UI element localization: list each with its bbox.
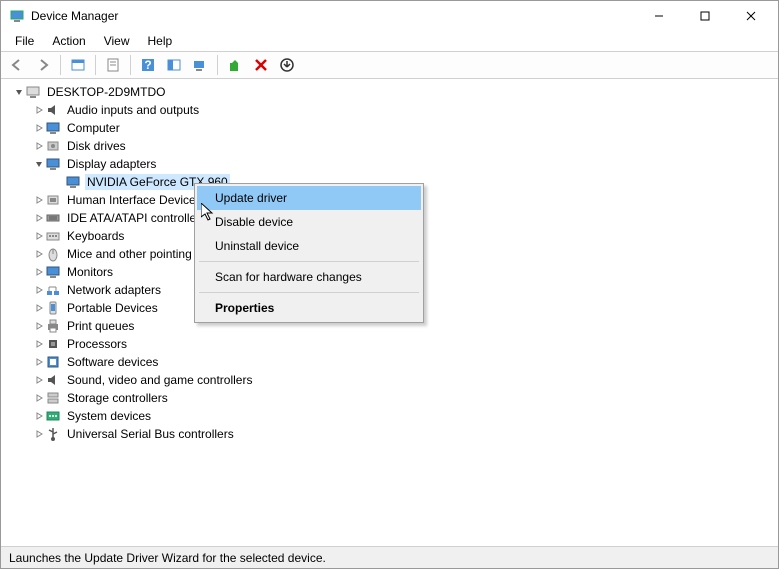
enable-button[interactable] xyxy=(223,54,247,76)
tree-root-label: DESKTOP-2D9MTDO xyxy=(45,84,167,100)
computer-icon xyxy=(25,84,41,100)
tree-node[interactable]: Disk drives xyxy=(3,137,776,155)
statusbar: Launches the Update Driver Wizard for th… xyxy=(1,546,778,568)
context-item-update-driver[interactable]: Update driver xyxy=(197,186,421,210)
tree-node[interactable]: Computer xyxy=(3,119,776,137)
tree-root[interactable]: DESKTOP-2D9MTDO xyxy=(3,83,776,101)
ide-icon xyxy=(45,210,61,226)
monitor-icon xyxy=(45,264,61,280)
toolbar-separator xyxy=(130,55,131,75)
network-icon xyxy=(45,282,61,298)
mouse-icon xyxy=(45,246,61,262)
system-icon xyxy=(45,408,61,424)
tree-node-label: IDE ATA/ATAPI controlle xyxy=(65,210,198,226)
show-hidden-button[interactable] xyxy=(66,54,90,76)
menu-view[interactable]: View xyxy=(96,32,138,50)
tree-node[interactable]: Universal Serial Bus controllers xyxy=(3,425,776,443)
tree-node-label: Sound, video and game controllers xyxy=(65,372,254,388)
tree-node[interactable]: Software devices xyxy=(3,353,776,371)
menu-help[interactable]: Help xyxy=(140,32,181,50)
context-separator xyxy=(199,292,419,293)
tree-node[interactable]: Display adapters xyxy=(3,155,776,173)
tree-node[interactable]: Sound, video and game controllers xyxy=(3,371,776,389)
tree-node-label: Monitors xyxy=(65,264,115,280)
window-title: Device Manager xyxy=(31,9,636,23)
tree-node-label: Universal Serial Bus controllers xyxy=(65,426,236,442)
tree-node-label: Display adapters xyxy=(65,156,158,172)
forward-button[interactable] xyxy=(31,54,55,76)
portable-icon xyxy=(45,300,61,316)
toolbar-separator xyxy=(217,55,218,75)
disk-icon xyxy=(45,138,61,154)
audio-icon xyxy=(45,102,61,118)
update-button[interactable] xyxy=(275,54,299,76)
statusbar-text: Launches the Update Driver Wizard for th… xyxy=(9,551,326,565)
tree-node-label: Human Interface Device xyxy=(65,192,198,208)
tree-node-label: System devices xyxy=(65,408,153,424)
toolbar: ? xyxy=(1,51,778,79)
tree-node[interactable]: Processors xyxy=(3,335,776,353)
tree-node[interactable]: System devices xyxy=(3,407,776,425)
toggle-button[interactable] xyxy=(162,54,186,76)
tree-node-label: Processors xyxy=(65,336,129,352)
remove-button[interactable] xyxy=(249,54,273,76)
monitor-icon xyxy=(65,174,81,190)
scan-button[interactable] xyxy=(188,54,212,76)
context-item-uninstall-device[interactable]: Uninstall device xyxy=(197,234,421,258)
tree-node-label: Keyboards xyxy=(65,228,126,244)
usb-icon xyxy=(45,426,61,442)
hid-icon xyxy=(45,192,61,208)
tree-node-label: Network adapters xyxy=(65,282,163,298)
context-item-properties[interactable]: Properties xyxy=(197,296,421,320)
tree-node-label: Disk drives xyxy=(65,138,128,154)
menu-file[interactable]: File xyxy=(7,32,42,50)
audio-icon xyxy=(45,372,61,388)
app-icon xyxy=(9,8,25,24)
storage-icon xyxy=(45,390,61,406)
toolbar-separator xyxy=(60,55,61,75)
monitor-icon xyxy=(45,156,61,172)
tree-node-label: Storage controllers xyxy=(65,390,170,406)
tree-node-label: Audio inputs and outputs xyxy=(65,102,201,118)
context-separator xyxy=(199,261,419,262)
window-controls xyxy=(636,1,774,31)
back-button[interactable] xyxy=(5,54,29,76)
tree-node[interactable]: Storage controllers xyxy=(3,389,776,407)
tree-node-label: Software devices xyxy=(65,354,160,370)
tree-node-label: Portable Devices xyxy=(65,300,160,316)
printer-icon xyxy=(45,318,61,334)
tree-node-label: Mice and other pointing xyxy=(65,246,194,262)
titlebar: Device Manager xyxy=(1,1,778,31)
context-menu: Update driver Disable device Uninstall d… xyxy=(194,183,424,323)
menu-action[interactable]: Action xyxy=(44,32,93,50)
toolbar-separator xyxy=(95,55,96,75)
cpu-icon xyxy=(45,336,61,352)
properties-button[interactable] xyxy=(101,54,125,76)
context-item-scan-hardware[interactable]: Scan for hardware changes xyxy=(197,265,421,289)
minimize-button[interactable] xyxy=(636,1,682,31)
device-tree[interactable]: DESKTOP-2D9MTDO Audio inputs and outputs… xyxy=(1,79,778,546)
monitor-icon xyxy=(45,120,61,136)
tree-node-label: Print queues xyxy=(65,318,136,334)
close-button[interactable] xyxy=(728,1,774,31)
software-icon xyxy=(45,354,61,370)
tree-node-label: Computer xyxy=(65,120,122,136)
maximize-button[interactable] xyxy=(682,1,728,31)
help-button[interactable]: ? xyxy=(136,54,160,76)
tree-node[interactable]: Audio inputs and outputs xyxy=(3,101,776,119)
svg-text:?: ? xyxy=(144,58,151,72)
menubar: File Action View Help xyxy=(1,31,778,51)
keyboard-icon xyxy=(45,228,61,244)
context-item-disable-device[interactable]: Disable device xyxy=(197,210,421,234)
